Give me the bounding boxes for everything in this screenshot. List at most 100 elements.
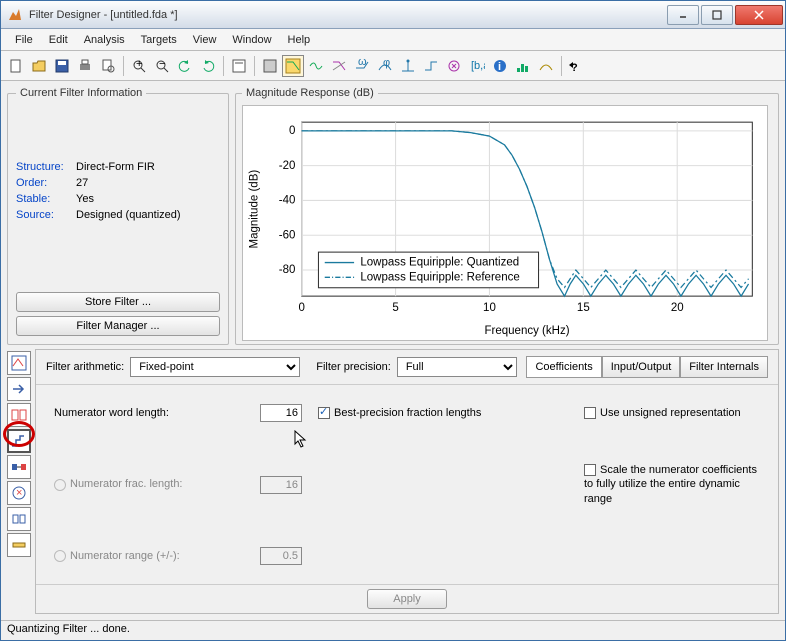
num-range-input bbox=[260, 547, 302, 565]
filter-spec-icon[interactable] bbox=[228, 55, 250, 77]
svg-text:10: 10 bbox=[483, 302, 496, 314]
maximize-button[interactable] bbox=[701, 5, 733, 25]
svg-text:15: 15 bbox=[577, 302, 590, 314]
group-delay-icon[interactable]: ω bbox=[351, 55, 373, 77]
round-off-icon[interactable] bbox=[535, 55, 557, 77]
new-icon[interactable] bbox=[5, 55, 27, 77]
magnitude-panel: Magnitude Response (dB) 051015200-20-40-… bbox=[235, 87, 779, 345]
radio-icon bbox=[54, 550, 66, 562]
import-filter-icon[interactable] bbox=[7, 377, 31, 401]
multirate-icon[interactable] bbox=[7, 403, 31, 427]
scale-label: Scale the numerator coefficients to full… bbox=[584, 464, 757, 505]
status-text: Quantizing Filter ... done. bbox=[7, 623, 130, 635]
svg-text:Lowpass Equiripple: Quantized: Lowpass Equiripple: Quantized bbox=[360, 257, 519, 269]
menu-analysis[interactable]: Analysis bbox=[76, 32, 133, 48]
checkbox-icon bbox=[584, 407, 596, 419]
print-preview-icon[interactable] bbox=[97, 55, 119, 77]
svg-text:20: 20 bbox=[671, 302, 684, 314]
menu-window[interactable]: Window bbox=[224, 32, 279, 48]
svg-text:×: × bbox=[16, 487, 22, 499]
menu-targets[interactable]: Targets bbox=[133, 32, 185, 48]
tab-input-output[interactable]: Input/Output bbox=[602, 356, 681, 378]
print-icon[interactable] bbox=[74, 55, 96, 77]
magnitude-icon[interactable] bbox=[282, 55, 304, 77]
coefficients-icon[interactable]: [b,a] bbox=[466, 55, 488, 77]
window-title: Filter Designer - [untitled.fda *] bbox=[29, 9, 665, 21]
xform-icon[interactable] bbox=[7, 533, 31, 557]
realize-model-icon[interactable] bbox=[7, 455, 31, 479]
polezero-editor-icon[interactable]: × bbox=[7, 481, 31, 505]
num-word-length-input[interactable] bbox=[260, 404, 302, 422]
stable-label: Stable: bbox=[16, 193, 76, 205]
undo-icon[interactable] bbox=[174, 55, 196, 77]
radio-icon bbox=[54, 479, 66, 491]
filter-manager-button[interactable]: Filter Manager ... bbox=[16, 316, 220, 336]
close-button[interactable] bbox=[735, 5, 783, 25]
scale-checkbox-wrap[interactable]: Scale the numerator coefficients to full… bbox=[584, 463, 760, 506]
mag-phase-icon[interactable] bbox=[328, 55, 350, 77]
svg-text:-60: -60 bbox=[279, 229, 296, 241]
titlebar[interactable]: Filter Designer - [untitled.fda *] bbox=[1, 1, 785, 29]
magnitude-plot[interactable]: 051015200-20-40-60-80Frequency (kHz)Magn… bbox=[242, 105, 768, 341]
design-filter-icon[interactable] bbox=[7, 351, 31, 375]
open-icon[interactable] bbox=[28, 55, 50, 77]
filter-info-panel: Current Filter Information Structure: Di… bbox=[7, 87, 229, 345]
best-precision-checkbox-wrap[interactable]: Best-precision fraction lengths bbox=[318, 407, 578, 419]
tab-filter-internals[interactable]: Filter Internals bbox=[680, 356, 768, 378]
svg-text:Frequency (kHz): Frequency (kHz) bbox=[484, 325, 569, 337]
filter-arithmetic-select[interactable]: Fixed-point bbox=[130, 357, 300, 377]
source-label: Source: bbox=[16, 209, 76, 221]
unsigned-checkbox-wrap[interactable]: Use unsigned representation bbox=[584, 407, 760, 419]
svg-text:Lowpass Equiripple: Reference: Lowpass Equiripple: Reference bbox=[360, 271, 519, 283]
info-icon[interactable]: i bbox=[489, 55, 511, 77]
check-icon bbox=[318, 407, 330, 419]
quantize-icon[interactable] bbox=[7, 429, 31, 453]
num-frac-length-input bbox=[260, 476, 302, 494]
filter-arithmetic-label: Filter arithmetic: bbox=[46, 361, 124, 373]
menu-help[interactable]: Help bbox=[280, 32, 319, 48]
store-filter-button[interactable]: Store Filter ... bbox=[16, 292, 220, 312]
num-range-label: Numerator range (+/-): bbox=[70, 550, 180, 562]
minimize-button[interactable] bbox=[667, 5, 699, 25]
menu-file[interactable]: File bbox=[7, 32, 41, 48]
svg-text:+: + bbox=[136, 58, 142, 70]
structure-label: Structure: bbox=[16, 161, 76, 173]
phase-delay-icon[interactable]: φ bbox=[374, 55, 396, 77]
svg-text:5: 5 bbox=[392, 302, 398, 314]
menubar: File Edit Analysis Targets View Window H… bbox=[1, 29, 785, 51]
polezero-icon[interactable] bbox=[443, 55, 465, 77]
tab-coefficients[interactable]: Coefficients bbox=[526, 356, 601, 378]
source-value: Designed (quantized) bbox=[76, 209, 220, 221]
full-view-icon[interactable] bbox=[259, 55, 281, 77]
quantization-panel: Filter arithmetic: Fixed-point Filter pr… bbox=[35, 349, 779, 614]
order-value: 27 bbox=[76, 177, 220, 189]
magnitude-spec-icon[interactable] bbox=[512, 55, 534, 77]
step-icon[interactable] bbox=[420, 55, 442, 77]
redo-icon[interactable] bbox=[197, 55, 219, 77]
transform-filter-icon[interactable] bbox=[7, 507, 31, 531]
app-window: Filter Designer - [untitled.fda *] File … bbox=[0, 0, 786, 641]
filter-precision-select[interactable]: Full bbox=[397, 357, 517, 377]
num-frac-length-radio-wrap: Numerator frac. length: bbox=[54, 478, 254, 490]
matlab-icon bbox=[7, 7, 23, 23]
svg-text:[b,a]: [b,a] bbox=[471, 60, 485, 72]
svg-text:-40: -40 bbox=[279, 195, 296, 207]
best-precision-label: Best-precision fraction lengths bbox=[334, 407, 481, 419]
menu-edit[interactable]: Edit bbox=[41, 32, 76, 48]
svg-text:-20: -20 bbox=[279, 160, 296, 172]
stable-value: Yes bbox=[76, 193, 220, 205]
zoom-out-icon[interactable]: − bbox=[151, 55, 173, 77]
num-range-radio-wrap: Numerator range (+/-): bbox=[54, 550, 254, 562]
impulse-icon[interactable] bbox=[397, 55, 419, 77]
help-icon[interactable]: ? bbox=[566, 55, 588, 77]
svg-text:Magnitude (dB): Magnitude (dB) bbox=[249, 170, 261, 249]
svg-text:φ: φ bbox=[383, 58, 390, 69]
structure-value: Direct-Form FIR bbox=[76, 161, 220, 173]
save-icon[interactable] bbox=[51, 55, 73, 77]
phase-icon[interactable] bbox=[305, 55, 327, 77]
content-area: Current Filter Information Structure: Di… bbox=[1, 81, 785, 620]
num-word-length-label: Numerator word length: bbox=[54, 407, 254, 419]
svg-text:i: i bbox=[498, 61, 501, 73]
menu-view[interactable]: View bbox=[185, 32, 225, 48]
zoom-in-icon[interactable]: + bbox=[128, 55, 150, 77]
